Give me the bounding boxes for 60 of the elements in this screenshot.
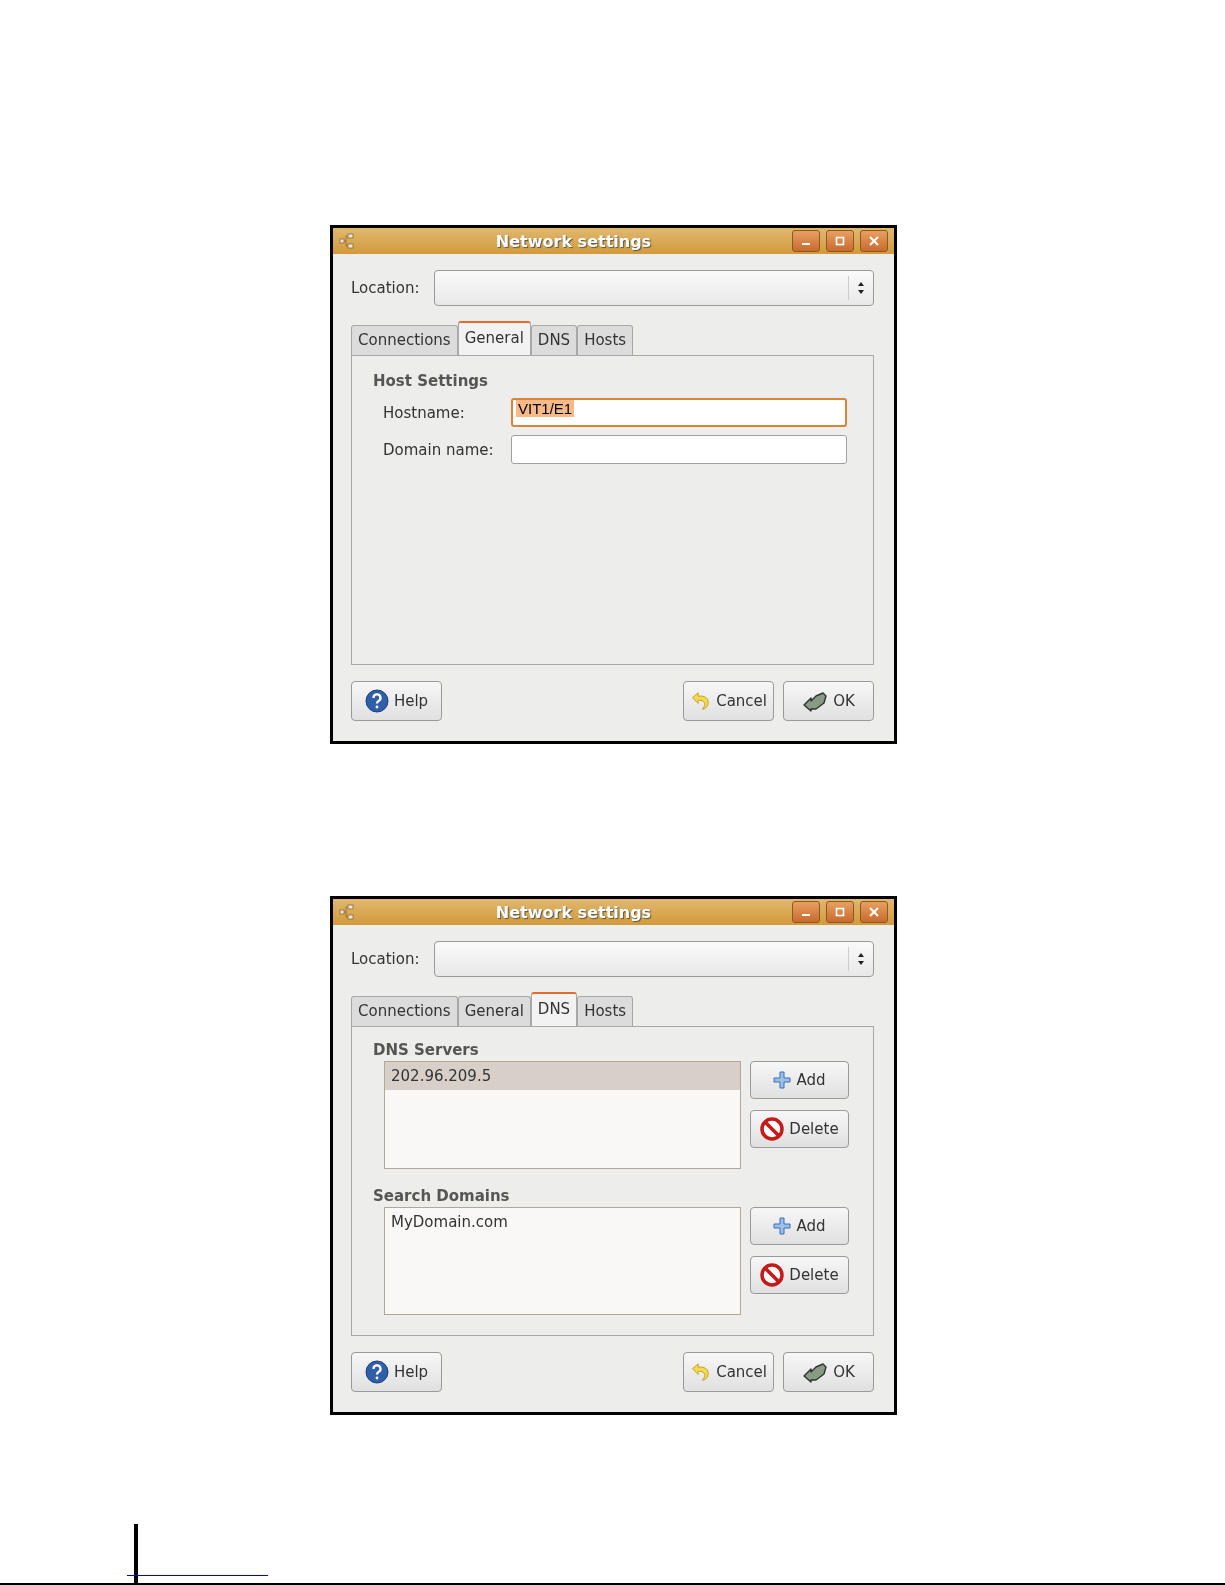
tab[interactable]: Hosts <box>577 325 634 355</box>
minimize-icon <box>802 243 810 245</box>
network-icon <box>339 233 355 249</box>
minimize-button[interactable] <box>792 230 820 252</box>
close-icon <box>869 907 879 917</box>
cancel-button[interactable]: Cancel <box>683 681 774 721</box>
tab[interactable]: Connections <box>351 325 458 355</box>
tab[interactable]: Hosts <box>577 996 634 1026</box>
help-button[interactable]: Help <box>351 1352 442 1392</box>
minimize-button[interactable] <box>792 901 820 923</box>
maximize-icon <box>835 907 845 917</box>
help-icon <box>364 1360 389 1384</box>
field-value: VIT1/E1 <box>516 400 575 417</box>
help-icon <box>364 689 389 713</box>
no-entry-icon <box>760 1117 785 1141</box>
spinner-arrows-icon <box>857 281 865 295</box>
maximize-button[interactable] <box>826 230 854 252</box>
location-label: Location: <box>351 950 420 968</box>
plus-icon <box>773 1071 792 1089</box>
close-button[interactable] <box>860 901 888 923</box>
hand-pointer-icon <box>802 690 829 712</box>
ok-button[interactable]: OK <box>783 681 874 721</box>
network-icon <box>339 904 355 920</box>
ok-button[interactable]: OK <box>783 1352 874 1392</box>
close-icon <box>869 236 879 246</box>
text-field[interactable]: VIT1/E1 <box>511 398 847 427</box>
tab[interactable]: General <box>457 321 531 355</box>
section-heading: Host Settings <box>373 372 489 390</box>
no-entry-icon <box>760 1263 785 1287</box>
tab[interactable]: General <box>457 996 531 1026</box>
location-dropdown[interactable] <box>433 270 874 306</box>
cancel-button[interactable]: Cancel <box>683 1352 774 1392</box>
add-button[interactable]: Add <box>750 1061 849 1099</box>
section-heading: DNS Servers <box>373 1041 480 1059</box>
undo-arrow-icon <box>690 1360 712 1384</box>
add-button[interactable]: Add <box>750 1207 849 1245</box>
tab[interactable]: DNS <box>530 992 578 1026</box>
window-title: Network settings <box>494 231 653 251</box>
tab[interactable]: DNS <box>530 325 578 355</box>
maximize-button[interactable] <box>826 901 854 923</box>
help-button[interactable]: Help <box>351 681 442 721</box>
undo-arrow-icon <box>690 689 712 713</box>
delete-button[interactable]: Delete <box>750 1256 849 1294</box>
list-item[interactable]: 202.96.209.5 <box>385 1062 740 1090</box>
tab[interactable]: Connections <box>351 996 458 1026</box>
location-label: Location: <box>351 279 420 297</box>
hand-pointer-icon <box>802 1361 829 1383</box>
location-dropdown[interactable] <box>433 941 874 977</box>
text-field[interactable] <box>511 435 847 464</box>
delete-button[interactable]: Delete <box>750 1110 849 1148</box>
section-heading: Search Domains <box>373 1187 511 1205</box>
window-title: Network settings <box>494 902 653 922</box>
maximize-icon <box>835 236 845 246</box>
field-label: Domain name: <box>383 440 495 459</box>
spinner-arrows-icon <box>857 952 865 966</box>
minimize-icon <box>802 914 810 916</box>
list-item[interactable]: MyDomain.com <box>385 1208 740 1236</box>
field-label: Hostname: <box>383 403 466 422</box>
plus-icon <box>773 1217 792 1235</box>
close-button[interactable] <box>860 230 888 252</box>
